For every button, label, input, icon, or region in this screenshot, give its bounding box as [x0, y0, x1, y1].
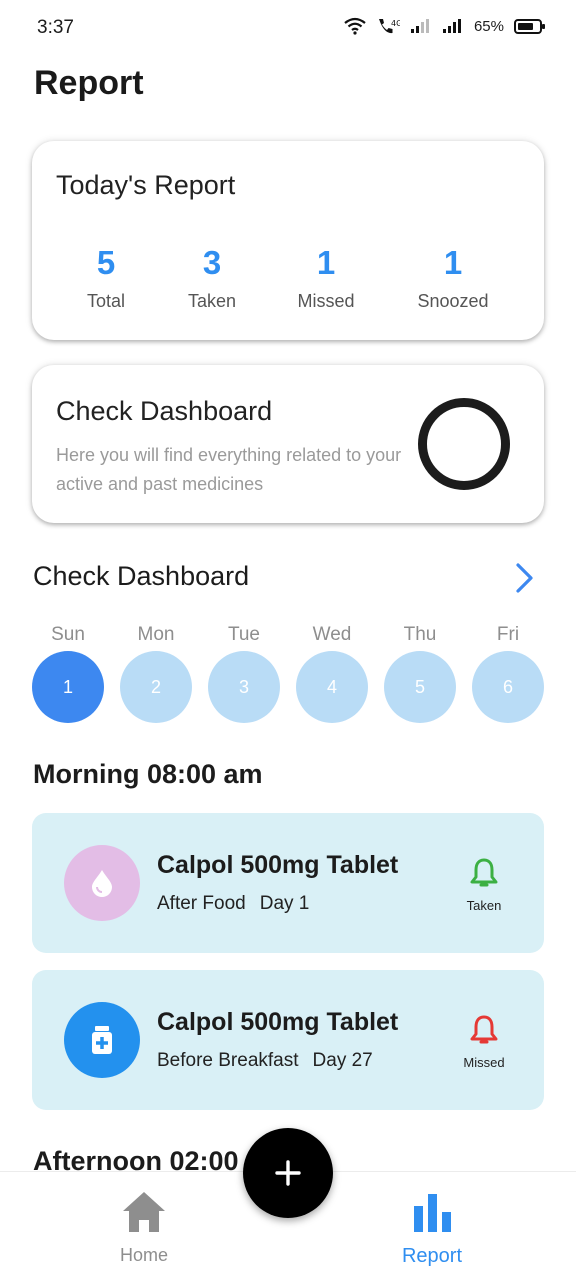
- stat-total: 5 Total: [46, 245, 166, 312]
- bell-icon: [470, 1015, 498, 1044]
- signal-icon-2: [442, 19, 461, 33]
- stat-taken-label: Taken: [187, 291, 237, 311]
- day-name: Sun: [51, 624, 85, 645]
- battery-percent: 65%: [473, 17, 504, 35]
- stat-snoozed-label: Snoozed: [417, 291, 489, 311]
- morning-section-title: Morning 08:00 am: [33, 759, 263, 789]
- stat-snoozed-value: 1: [443, 244, 463, 281]
- stat-total-value: 5: [96, 244, 116, 281]
- day-tue[interactable]: Tue 3: [208, 624, 280, 723]
- todays-report-title: Today's Report: [56, 170, 236, 200]
- day-sun[interactable]: Sun 1: [32, 624, 104, 723]
- plus-icon: [275, 1160, 301, 1186]
- todays-report-card: Today's Report 5 Total 3 Taken 1 Missed …: [32, 141, 544, 340]
- status-time: 3:37: [37, 17, 74, 38]
- status-taken[interactable]: Taken: [456, 857, 512, 913]
- day-name: Tue: [227, 624, 261, 645]
- stat-missed: 1 Missed: [266, 245, 386, 312]
- add-medicine-button[interactable]: [243, 1128, 333, 1218]
- medicine-timing: After Food: [157, 893, 246, 914]
- medicine-card[interactable]: Calpol 500mg Tablet Before Breakfast Day …: [32, 970, 544, 1110]
- pill-bottle-icon: [64, 1002, 140, 1078]
- status-label: Missed: [463, 1055, 505, 1070]
- nav-report-label: Report: [401, 1245, 463, 1267]
- status-icons: 4G 65%: [344, 17, 545, 35]
- medicine-details: Before Breakfast Day 27: [157, 1050, 387, 1072]
- signal-icon: [410, 19, 429, 33]
- day-date[interactable]: 6: [472, 651, 544, 723]
- nav-home[interactable]: Home: [84, 1190, 204, 1266]
- medicine-card[interactable]: Calpol 500mg Tablet After Food Day 1 Take…: [32, 813, 544, 953]
- week-day-selector: Sun 1 Mon 2 Tue 3 Wed 4 Thu 5 Fri 6: [32, 624, 544, 724]
- check-dashboard-section-title: Check Dashboard: [33, 561, 250, 591]
- nav-home-label: Home: [119, 1245, 168, 1265]
- day-date[interactable]: 3: [208, 651, 280, 723]
- chevron-right-icon[interactable]: [510, 562, 538, 594]
- status-label: Taken: [466, 898, 502, 913]
- day-date[interactable]: 4: [296, 651, 368, 723]
- day-name: Mon: [137, 624, 175, 645]
- day-mon[interactable]: Mon 2: [120, 624, 192, 723]
- day-name: Fri: [496, 624, 520, 645]
- svg-text:4G: 4G: [391, 19, 400, 28]
- drop-icon: [64, 845, 140, 921]
- check-dashboard-card-title: Check Dashboard: [56, 396, 273, 426]
- day-name: Thu: [403, 624, 437, 645]
- status-bar: 3:37 4G 65%: [0, 0, 576, 56]
- stat-missed-label: Missed: [297, 291, 355, 311]
- medicine-name: Calpol 500mg Tablet: [157, 1008, 399, 1036]
- medicine-day: Day 27: [312, 1050, 373, 1071]
- page-title: Report: [34, 64, 144, 102]
- wifi-icon: [344, 17, 366, 35]
- day-fri[interactable]: Fri 6: [472, 624, 544, 723]
- stat-total-label: Total: [86, 291, 126, 311]
- day-date[interactable]: 2: [120, 651, 192, 723]
- home-icon: [123, 1192, 165, 1232]
- bell-icon: [470, 858, 498, 887]
- battery-icon: [514, 18, 545, 34]
- stat-taken: 3 Taken: [152, 245, 272, 312]
- check-dashboard-card[interactable]: Check Dashboard Here you will find every…: [32, 365, 544, 523]
- progress-ring-icon: [418, 398, 510, 490]
- nav-report[interactable]: Report: [372, 1190, 492, 1268]
- stat-taken-value: 3: [202, 244, 222, 281]
- day-thu[interactable]: Thu 5: [384, 624, 456, 723]
- medicine-day: Day 1: [259, 893, 310, 914]
- day-name: Wed: [312, 624, 352, 645]
- day-wed[interactable]: Wed 4: [296, 624, 368, 723]
- stat-missed-value: 1: [316, 244, 336, 281]
- medicine-name: Calpol 500mg Tablet: [157, 851, 399, 879]
- wifi-calling-icon: 4G: [378, 19, 400, 34]
- status-missed[interactable]: Missed: [456, 1014, 512, 1070]
- bar-chart-icon: [414, 1194, 451, 1232]
- check-dashboard-description: Here you will find everything related to…: [56, 445, 402, 494]
- stat-snoozed: 1 Snoozed: [393, 245, 513, 312]
- day-date[interactable]: 5: [384, 651, 456, 723]
- medicine-timing: Before Breakfast: [157, 1050, 299, 1071]
- day-date-selected[interactable]: 1: [32, 651, 104, 723]
- medicine-details: After Food Day 1: [157, 893, 323, 915]
